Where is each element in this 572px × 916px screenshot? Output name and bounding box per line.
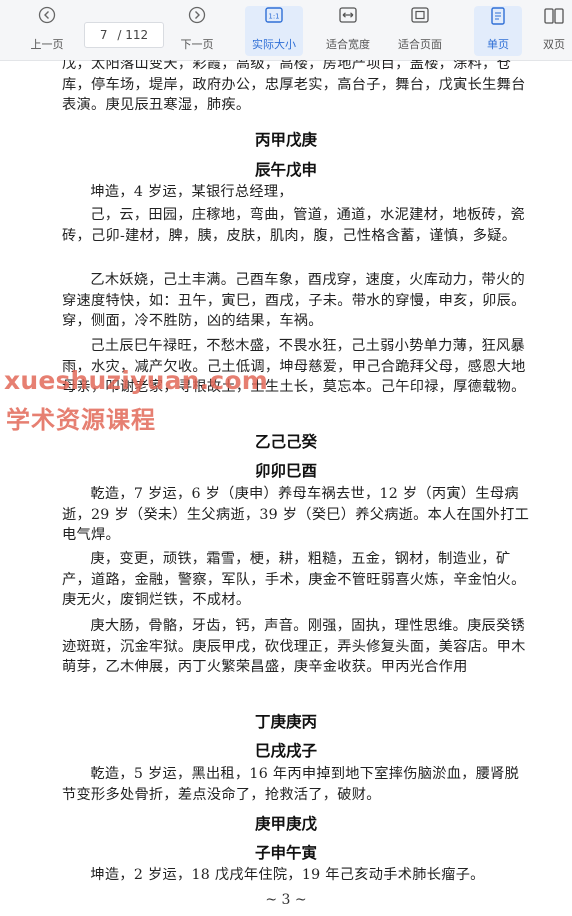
double-page-button[interactable]: 双页 (534, 6, 572, 56)
next-page-label: 下一页 (180, 38, 214, 51)
double-page-label: 双页 (543, 38, 565, 51)
page-footer-number: ~ 3 ~ (265, 892, 307, 908)
document-page: 戊，太阳落山变天，彩霞，高级，高楼，房地产项目，盖楼，涂料，仓库，停车场，堤岸，… (0, 60, 572, 916)
chevron-left-icon (22, 6, 72, 30)
prev-page-button[interactable]: 上一页 (22, 6, 72, 56)
double-page-icon (534, 6, 572, 30)
watermark-text: 学术资源课程 (6, 406, 156, 434)
single-page-icon (474, 6, 522, 30)
paragraph-top: 戊，太阳落山变天，彩霞，高级，高楼，房地产项目，盖楼，涂料，仓库，停车场，堤岸，… (62, 60, 526, 113)
paragraph: 乾造，7 岁运，6 岁（庚申）养母车祸去世，12 岁（丙寅）生母病逝，29 岁（… (62, 486, 530, 543)
next-page-button[interactable]: 下一页 (172, 6, 222, 56)
paragraph: 己，云，田园，庄稼地，弯曲，管道，通道，水泥建材，地板砖，瓷砖，己卯-建材，脾，… (62, 207, 526, 244)
actual-size-icon: 1:1 (245, 6, 303, 30)
paragraph: 坤造，2 岁运，18 戊戌年住院，19 年己亥动手术肺长瘤子。 (90, 867, 485, 883)
paragraph: 坤造，4 岁运，某银行总经理， (90, 184, 293, 200)
page-number-field[interactable]: 7 / 112 (84, 22, 164, 48)
chart-heading-branches: 子申午寅 (254, 844, 317, 862)
actual-size-button[interactable]: 1:1 实际大小 (245, 6, 303, 56)
chart-heading-branches: 巳戌戌子 (254, 742, 317, 760)
page-total: / 112 (117, 28, 149, 42)
chevron-right-icon (172, 6, 222, 30)
chart-heading-stems: 丙甲戊庚 (254, 131, 317, 149)
chart-heading-stems: 丁庚庚丙 (254, 713, 317, 731)
fit-page-label: 适合页面 (398, 38, 442, 51)
prev-page-label: 上一页 (30, 38, 64, 51)
paragraph: 乾造，5 岁运，黑出租，16 年丙申掉到地下室摔伤脑淤血，腰肾脱节变形多处骨折，… (62, 766, 520, 803)
chart-heading-stems: 庚甲庚戊 (254, 815, 317, 833)
svg-text:1:1: 1:1 (268, 13, 279, 21)
fit-page-icon (392, 6, 448, 30)
fit-width-button[interactable]: 适合宽度 (320, 6, 376, 56)
chart-heading-branches: 卯卯巳酉 (254, 462, 317, 480)
fit-page-button[interactable]: 适合页面 (392, 6, 448, 56)
actual-size-label: 实际大小 (252, 38, 296, 51)
paragraph: 乙木妖娆，己土丰满。己酉车象，酉戌穿，速度，火库动力，带火的穿速度特快，如：丑午… (62, 272, 526, 329)
paragraph: 庚，变更，顽铁，霜雪，梗，耕，粗糙，五金，钢材，制造业，矿产，道路，金融，警察，… (62, 551, 526, 608)
page-current[interactable]: 7 (100, 23, 108, 47)
single-page-button[interactable]: 单页 (474, 6, 522, 56)
chart-heading-branches: 辰午戊申 (254, 161, 317, 179)
fit-width-label: 适合宽度 (326, 38, 370, 51)
fit-width-icon (320, 6, 376, 30)
paragraph: 庚大肠，骨骼，牙齿，钙，声音。刚强，固执，理性思维。庚辰癸锈迹斑斑，沉金牢狱。庚… (62, 618, 526, 675)
watermark-url: xueshuziyuan.com (4, 366, 268, 395)
single-page-label: 单页 (487, 38, 509, 51)
viewer-toolbar: 上一页 7 / 112 下一页 1:1 实际大小 适合宽度 适合页面 单页 双页 (0, 0, 572, 61)
